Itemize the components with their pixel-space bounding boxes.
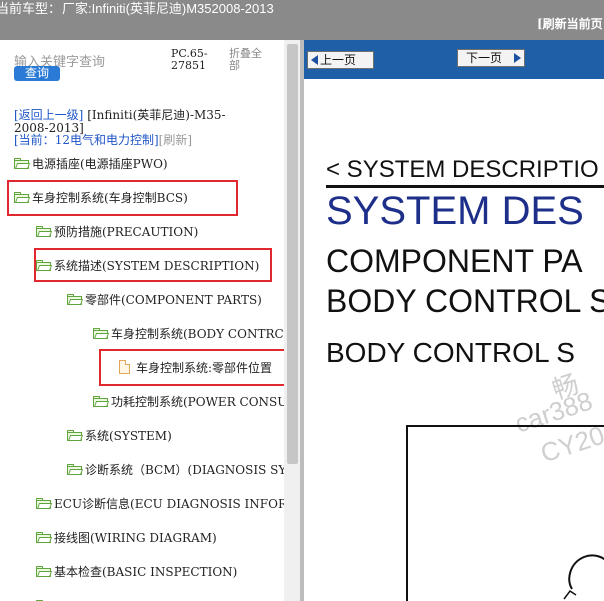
doc-subtitle-2: BODY CONTROL S — [326, 283, 604, 319]
collapse-all-link[interactable]: 折叠全部 — [229, 48, 269, 72]
folder-icon — [67, 430, 84, 441]
folder-icon — [67, 294, 84, 305]
tree-item-label: 车身控制系统(BODY CONTRC — [111, 327, 284, 341]
arrow-left-icon — [311, 55, 318, 65]
tree-scrollbar-thumb[interactable] — [287, 44, 298, 464]
prev-page-button[interactable]: 上一页 — [307, 51, 374, 69]
tree-item-label: 基本检查(BASIC INSPECTION) — [54, 565, 238, 579]
folder-icon — [36, 532, 53, 543]
refresh-link[interactable]: [刷新] — [159, 133, 192, 147]
next-page-button[interactable]: 下一页 — [457, 49, 525, 67]
tree-item-precaution[interactable]: 预防措施(PRECAUTION) — [36, 223, 198, 241]
tree-item-wiring-diagram[interactable]: 接线图(WIRING DIAGRAM) — [36, 529, 217, 547]
current-section: [当前：12电气和电力控制][刷新] — [14, 133, 192, 147]
breadcrumb: [返回上一级] [Infiniti(英菲尼迪)-M35-2008-2013] — [14, 109, 254, 135]
highlight-box — [99, 349, 293, 386]
doc-subtitle-1: COMPONENT PA — [326, 243, 583, 279]
back-link[interactable]: [返回上一级] — [14, 108, 83, 122]
search-button[interactable]: 查询 — [14, 66, 60, 81]
prev-page-label: 上一页 — [320, 53, 357, 67]
tree-item-body-control[interactable]: 车身控制系统(BODY CONTRC — [93, 325, 284, 343]
folder-icon — [14, 158, 31, 169]
tree-item-label: 电源插座(电源插座PWO) — [32, 157, 168, 171]
current-vehicle-value: 厂家:Infiniti(英菲尼迪)M352008-2013 — [62, 1, 274, 16]
folder-icon — [67, 464, 84, 475]
folder-icon — [36, 498, 53, 509]
folder-icon — [36, 226, 53, 237]
tree-item-diagnosis-system[interactable]: 诊断系统（BCM）(DIAGNOSIS SY — [67, 461, 286, 479]
current-prefix: [当前： — [14, 133, 55, 147]
tree-item-label: 接线图(WIRING DIAGRAM) — [54, 531, 217, 545]
doc-subtitle-3: BODY CONTROL S — [326, 337, 575, 368]
diagram-drawing — [563, 554, 604, 600]
tree-item-label: 功耗控制系统(POWER CONSU — [111, 395, 288, 409]
navigation-panel: 输入关键字查询 查询 PC.65-27851 折叠全部 [返回上一级] [Inf… — [0, 40, 300, 601]
folder-icon — [93, 396, 110, 407]
tree-item-power-outlet[interactable]: 电源插座(电源插座PWO) — [14, 155, 168, 173]
doc-title: SYSTEM DES — [326, 189, 584, 233]
tree-item-label: 诊断系统（BCM）(DIAGNOSIS SY — [85, 463, 287, 477]
highlight-box — [7, 180, 238, 216]
current-vehicle-label: 当前车型： — [0, 1, 62, 16]
tree-item-label: 预防措施(PRECAUTION) — [54, 225, 199, 239]
tree-item-ecu-diagnosis[interactable]: ECU诊断信息(ECU DIAGNOSIS INFORM — [36, 495, 299, 513]
refresh-current-page-link[interactable]: [刷新当前页 — [537, 15, 603, 32]
folder-icon — [93, 328, 110, 339]
highlight-box — [34, 248, 272, 282]
folder-icon — [36, 566, 53, 577]
next-page-label: 下一页 — [466, 51, 503, 65]
tree-item-label: 零部件(COMPONENT PARTS) — [85, 293, 262, 307]
current-value: 12电气和电力控制] — [54, 133, 159, 147]
doc-heading-rule — [326, 185, 604, 188]
tree-item-power-consumption[interactable]: 功耗控制系统(POWER CONSU — [93, 393, 287, 411]
title-bar: 当前车型： 厂家:Infiniti(英菲尼迪)M352008-2013 — [0, 0, 604, 40]
tree-item-label: 系统(SYSTEM) — [85, 429, 172, 443]
doc-section-heading: < SYSTEM DESCRIPTIO — [326, 156, 599, 183]
tree-item-basic-inspection[interactable]: 基本检查(BASIC INSPECTION) — [36, 563, 237, 581]
tree-item-partial[interactable] — [36, 597, 54, 601]
arrow-right-icon — [514, 53, 521, 63]
document-viewer: < SYSTEM DESCRIPTIO SYSTEM DES COMPONENT… — [304, 79, 604, 601]
tree-item-system[interactable]: 系统(SYSTEM) — [67, 427, 172, 445]
document-code: PC.65-27851 — [171, 47, 208, 72]
tree-item-component-parts[interactable]: 零部件(COMPONENT PARTS) — [67, 291, 262, 309]
viewer-toolbar: 上一页 下一页 — [304, 40, 604, 79]
tree-item-label: ECU诊断信息(ECU DIAGNOSIS INFORM — [54, 497, 300, 511]
